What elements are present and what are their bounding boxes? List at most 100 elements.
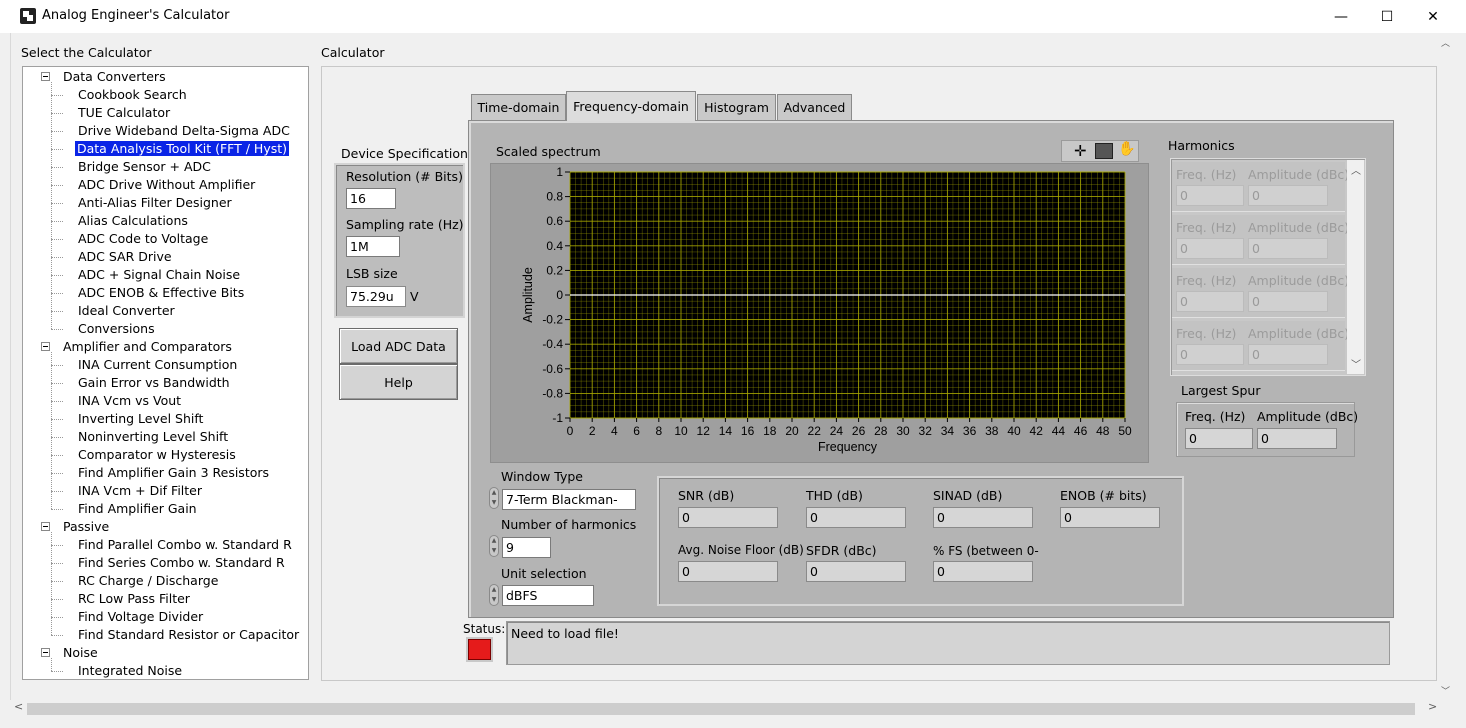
x-tick-label: 2 bbox=[589, 424, 596, 438]
x-tick-label: 8 bbox=[655, 424, 662, 438]
tree-item-label: Drive Wideband Delta-Sigma ADC bbox=[78, 123, 290, 138]
lsb-size-field: 75.29u bbox=[346, 286, 406, 307]
tree-item[interactable]: Drive Wideband Delta-Sigma ADC bbox=[78, 122, 290, 140]
scroll-up-icon[interactable]: ︿ bbox=[1441, 36, 1450, 49]
x-tick-label: 38 bbox=[985, 424, 999, 438]
scroll-left-icon[interactable]: < bbox=[14, 700, 23, 713]
scroll-up-icon[interactable]: ︿ bbox=[1351, 162, 1361, 177]
tree-item[interactable]: Alias Calculations bbox=[78, 212, 188, 230]
tree-item[interactable]: RC Low Pass Filter bbox=[78, 590, 190, 608]
tree-item[interactable]: Find Amplifier Gain bbox=[78, 500, 197, 518]
tree-item[interactable]: ADC Drive Without Amplifier bbox=[78, 176, 255, 194]
collapse-icon[interactable] bbox=[41, 342, 50, 351]
thd-label: THD (dB) bbox=[806, 488, 863, 503]
graph-palette: ✛ ✋ bbox=[1061, 140, 1139, 162]
tree-item[interactable]: RC Charge / Discharge bbox=[78, 572, 218, 590]
snr-field: 0 bbox=[678, 507, 778, 528]
enob-label: ENOB (# bits) bbox=[1060, 488, 1147, 503]
cursor-crosshair-icon[interactable]: ✛ bbox=[1074, 142, 1087, 160]
tree-item[interactable]: Find Series Combo w. Standard R bbox=[78, 554, 285, 572]
tree-item[interactable]: ADC + Signal Chain Noise bbox=[78, 266, 240, 284]
harmonics-scrollbar[interactable]: ︿ ﹀ bbox=[1347, 160, 1364, 374]
resolution-field[interactable]: 16 bbox=[346, 188, 396, 209]
tree-item[interactable]: TUE Calculator bbox=[78, 104, 170, 122]
x-tick-label: 48 bbox=[1096, 424, 1110, 438]
collapse-icon[interactable] bbox=[41, 522, 50, 531]
tree-item-label: ADC Drive Without Amplifier bbox=[78, 177, 256, 192]
tree-item[interactable]: Find Amplifier Gain 3 Resistors bbox=[78, 464, 269, 482]
tree-group[interactable]: Amplifier and Comparators bbox=[41, 338, 232, 356]
num-harmonics-label: Number of harmonics bbox=[501, 517, 637, 532]
x-tick-label: 36 bbox=[963, 424, 977, 438]
tree-item[interactable]: Data Analysis Tool Kit (FFT / Hyst) bbox=[75, 140, 290, 158]
pan-hand-icon[interactable]: ✋ bbox=[1118, 141, 1135, 157]
tree-item[interactable]: Comparator w Hysteresis bbox=[78, 446, 236, 464]
y-tick-label: 0.8 bbox=[546, 190, 563, 204]
tree-item[interactable]: Find Voltage Divider bbox=[78, 608, 203, 626]
tree-item[interactable]: Integrated Noise bbox=[78, 662, 182, 679]
maximize-button[interactable]: ☐ bbox=[1364, 0, 1410, 33]
sampling-rate-field[interactable]: 1M bbox=[346, 236, 400, 257]
close-button[interactable]: ✕ bbox=[1410, 0, 1456, 33]
tree-item[interactable]: Noninverting Level Shift bbox=[78, 428, 228, 446]
harmonic-amp-label: Amplitude (dBc) bbox=[1248, 220, 1350, 235]
tree-item[interactable]: Inverting Level Shift bbox=[78, 410, 203, 428]
tab-histogram[interactable]: Histogram bbox=[697, 94, 776, 120]
window-type-stepper[interactable]: ▲ ▼ bbox=[489, 487, 499, 509]
collapse-icon[interactable] bbox=[41, 648, 50, 657]
spur-freq-field: 0 bbox=[1185, 428, 1253, 449]
tree-group[interactable]: Data Converters bbox=[41, 68, 166, 86]
tree-item-label: Find Parallel Combo w. Standard R bbox=[78, 537, 292, 552]
scroll-down-icon[interactable]: ﹀ bbox=[1351, 356, 1361, 371]
tree-item[interactable]: INA Vcm + Dif Filter bbox=[78, 482, 202, 500]
horizontal-scroll-thumb[interactable] bbox=[27, 703, 1415, 715]
tree-item[interactable]: INA Vcm vs Vout bbox=[78, 392, 181, 410]
tree-item[interactable]: ADC SAR Drive bbox=[78, 248, 172, 266]
x-tick-label: 16 bbox=[741, 424, 755, 438]
y-axis-label: Amplitude bbox=[521, 267, 535, 323]
window-type-select[interactable]: 7-Term Blackman- bbox=[502, 489, 636, 510]
y-tick-label: -0.4 bbox=[542, 337, 563, 351]
y-tick-label: -0.8 bbox=[542, 386, 563, 400]
tree-item[interactable]: ADC Code to Voltage bbox=[78, 230, 208, 248]
scroll-right-icon[interactable]: > bbox=[1428, 700, 1437, 713]
vertical-scrollbar[interactable] bbox=[1440, 33, 1456, 703]
tab-frequency-domain[interactable]: Frequency-domain bbox=[566, 91, 696, 121]
num-harmonics-stepper[interactable]: ▲ ▼ bbox=[489, 535, 499, 557]
harmonic-freq-label: Freq. (Hz) bbox=[1176, 167, 1237, 182]
tree-item[interactable]: Cookbook Search bbox=[78, 86, 187, 104]
tree-item[interactable]: Bridge Sensor + ADC bbox=[78, 158, 211, 176]
tab-advanced[interactable]: Advanced bbox=[777, 94, 852, 120]
unit-selection-select[interactable]: dBFS bbox=[502, 585, 594, 606]
window-title: Analog Engineer's Calculator bbox=[42, 8, 230, 23]
tree-item[interactable]: Gain Error vs Bandwidth bbox=[78, 374, 230, 392]
num-harmonics-field[interactable]: 9 bbox=[502, 537, 551, 558]
zoom-icon[interactable] bbox=[1095, 143, 1113, 159]
tree-group[interactable]: Noise bbox=[41, 644, 98, 662]
tree-item[interactable]: ADC ENOB & Effective Bits bbox=[78, 284, 244, 302]
collapse-icon[interactable] bbox=[41, 72, 50, 81]
unit-selection-stepper[interactable]: ▲ ▼ bbox=[489, 584, 499, 606]
sfdr-field: 0 bbox=[806, 561, 906, 582]
y-tick-label: 0.6 bbox=[546, 214, 563, 228]
calculator-tree[interactable]: Data Converters Cookbook Search TUE Calcul… bbox=[22, 66, 309, 680]
tree-item[interactable]: INA Current Consumption bbox=[78, 356, 237, 374]
tree-group[interactable]: Passive bbox=[41, 518, 109, 536]
load-adc-data-button[interactable]: Load ADC Data bbox=[339, 328, 458, 364]
sinad-label: SINAD (dB) bbox=[933, 488, 1003, 503]
tab-time-domain[interactable]: Time-domain bbox=[471, 94, 566, 120]
tree-item-label: Find Voltage Divider bbox=[78, 609, 204, 624]
help-button[interactable]: Help bbox=[339, 364, 458, 400]
scroll-down-icon[interactable]: ﹀ bbox=[1441, 684, 1450, 697]
tree-item[interactable]: Anti-Alias Filter Designer bbox=[78, 194, 232, 212]
minimize-button[interactable]: — bbox=[1318, 0, 1364, 33]
tree-item[interactable]: Conversions bbox=[78, 320, 155, 338]
scaled-spectrum-chart[interactable]: 10.80.60.40.20-0.2-0.4-0.6-0.8-10 2 4 6 8 10 1… bbox=[490, 163, 1149, 463]
harmonic-freq-label: Freq. (Hz) bbox=[1176, 273, 1237, 288]
select-calculator-label: Select the Calculator bbox=[21, 45, 152, 60]
tree-item[interactable]: Find Standard Resistor or Capacitor bbox=[78, 626, 299, 644]
tree-item[interactable]: Find Parallel Combo w. Standard R bbox=[78, 536, 292, 554]
tree-item[interactable]: Ideal Converter bbox=[78, 302, 175, 320]
sfdr-label: SFDR (dBc) bbox=[806, 543, 877, 558]
harmonic-freq-label: Freq. (Hz) bbox=[1176, 326, 1237, 341]
